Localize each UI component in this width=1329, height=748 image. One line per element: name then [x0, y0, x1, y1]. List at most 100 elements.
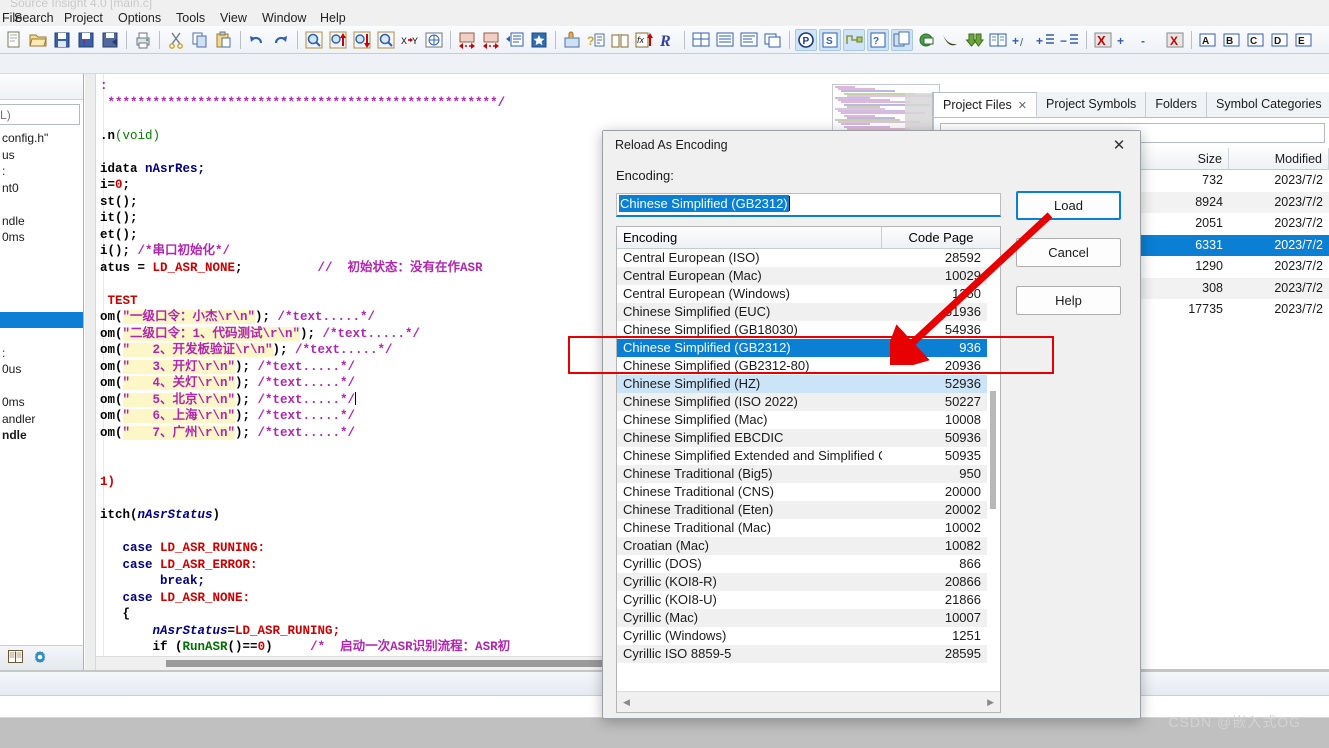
scroll-left-arrow-icon[interactable]: ◀	[617, 697, 636, 708]
left-panel-row[interactable]: andler	[0, 411, 83, 428]
call-graph-icon[interactable]	[915, 29, 937, 51]
encoding-list-item[interactable]: Chinese Traditional (Eten) 20002	[617, 501, 989, 519]
search-file-icon[interactable]	[375, 29, 397, 51]
left-panel-row[interactable]	[0, 279, 83, 296]
encoding-list-item[interactable]: Croatian (Mac) 10082	[617, 537, 989, 555]
left-panel-row[interactable]	[0, 262, 83, 279]
undo-icon[interactable]	[246, 29, 268, 51]
symbol-window-icon[interactable]: S	[819, 28, 841, 51]
bookmark-c-icon[interactable]: C	[1245, 29, 1267, 51]
copy-icon[interactable]	[189, 29, 211, 51]
encoding-list-item[interactable]: Cyrillic (KOI8-R) 20866	[617, 573, 989, 591]
menu-item-tools[interactable]: Tools	[170, 10, 211, 26]
close-icon[interactable]: ✕	[1018, 100, 1027, 112]
outline-icon[interactable]: ?	[867, 28, 889, 51]
left-panel-row[interactable]: us	[0, 147, 83, 164]
tab-project-symbols[interactable]: Project Symbols	[1037, 92, 1147, 117]
bookmark-icon[interactable]	[528, 29, 550, 51]
encoding-list-item[interactable]: Chinese Simplified EBCDIC 50936	[617, 429, 989, 447]
left-panel-row[interactable]	[0, 295, 83, 312]
left-panel-row[interactable]	[0, 378, 83, 395]
col-header-code-page[interactable]: Code Page	[882, 227, 1000, 249]
left-panel-row[interactable]	[0, 196, 83, 213]
encoding-list-item[interactable]: Chinese Simplified Extended and Simplifi…	[617, 447, 989, 465]
encoding-list[interactable]: Encoding Code Page Central European (ISO…	[616, 226, 1001, 713]
menu-item-window[interactable]: Window	[256, 10, 312, 26]
browse-project-icon[interactable]	[987, 29, 1009, 51]
cut-icon[interactable]	[165, 29, 187, 51]
search-up-icon[interactable]	[327, 29, 349, 51]
help-button[interactable]: Help	[1016, 286, 1121, 315]
browse-web-icon[interactable]	[423, 29, 445, 51]
book-icon[interactable]	[8, 650, 23, 666]
scroll-right-arrow-icon[interactable]: ▶	[981, 697, 1000, 708]
reference-icon[interactable]	[609, 29, 631, 51]
encoding-list-item[interactable]: Cyrillic ISO 8859-5 28595	[617, 645, 989, 663]
context-window-icon[interactable]	[843, 28, 865, 51]
clipboard-window-icon[interactable]	[963, 29, 985, 51]
print-icon[interactable]	[132, 29, 154, 51]
menu-item-search[interactable]: Search	[8, 10, 60, 26]
encoding-list-scroll-thumb[interactable]	[990, 391, 996, 509]
help-symbol-icon[interactable]	[939, 29, 961, 51]
new-file-icon[interactable]	[3, 29, 25, 51]
left-panel-row[interactable]: :	[0, 163, 83, 180]
replace-icon[interactable]: XY	[399, 29, 421, 51]
encoding-list-item[interactable]: Cyrillic (Mac) 10007	[617, 609, 989, 627]
left-panel-row[interactable]: config.h"	[0, 130, 83, 147]
encoding-list-item[interactable]: Cyrillic (DOS) 866	[617, 555, 989, 573]
search-icon[interactable]	[303, 29, 325, 51]
close-icon[interactable]: ✕	[1098, 131, 1140, 159]
left-panel-row[interactable]	[0, 311, 83, 328]
save-icon[interactable]	[51, 29, 73, 51]
save-as-icon[interactable]	[99, 29, 121, 51]
jump-forward-icon[interactable]	[480, 29, 502, 51]
col-header-size[interactable]: Size	[1139, 147, 1229, 170]
highlight-word-icon[interactable]	[561, 29, 583, 51]
encoding-list-item[interactable]: Chinese Traditional (Big5) 950	[617, 465, 989, 483]
load-button[interactable]: Load	[1016, 191, 1121, 220]
left-panel-symbol-list[interactable]: config.h" us: nt0 ndle 0ms:0us 0ms andler ndle	[0, 130, 83, 670]
encoding-list-item[interactable]: Chinese Traditional (CNS) 20000	[617, 483, 989, 501]
encoding-list-item[interactable]: Chinese Simplified (Mac) 10008	[617, 411, 989, 429]
left-panel-row[interactable]	[0, 328, 83, 345]
paste-icon[interactable]	[213, 29, 235, 51]
redo-icon[interactable]	[270, 29, 292, 51]
list-view-icon[interactable]	[738, 29, 760, 51]
tab-symbol-categories[interactable]: Symbol Categories	[1207, 92, 1329, 117]
left-panel-row[interactable]: 0ms	[0, 394, 83, 411]
menu-item-project[interactable]: Project	[58, 10, 109, 26]
encoding-list-item[interactable]: Cyrillic (KOI8-U) 21866	[617, 591, 989, 609]
encoding-list-rows[interactable]: Central European (ISO) 28592 Central Europ…	[617, 249, 989, 691]
go-to-line-icon[interactable]	[504, 29, 526, 51]
encoding-list-item[interactable]: Chinese Simplified (HZ) 52936	[617, 375, 989, 393]
symbol-info-icon[interactable]: ?	[585, 29, 607, 51]
smart-rename-icon[interactable]: + /	[1011, 29, 1033, 51]
encoding-input[interactable]: Chinese Simplified (GB2312)	[616, 193, 1001, 217]
tab-folders[interactable]: Folders	[1146, 92, 1207, 117]
bookmark-b-icon[interactable]: B	[1221, 29, 1243, 51]
jump-back-icon[interactable]	[456, 29, 478, 51]
encoding-list-item[interactable]: Chinese Traditional (Mac) 10002	[617, 519, 989, 537]
tab-project-files[interactable]: Project Files ✕	[933, 92, 1037, 117]
menu-item-options[interactable]: Options	[112, 10, 167, 26]
encoding-list-item[interactable]: Chinese Simplified (GB2312-80) 20936	[617, 357, 989, 375]
compare-files-icon[interactable]: −	[1059, 29, 1081, 51]
function-jump-icon[interactable]: fx	[633, 29, 655, 51]
encoding-list-item[interactable]: Central European (Mac) 10029	[617, 267, 989, 285]
tile-windows-icon[interactable]	[690, 29, 712, 51]
indent-less-icon[interactable]: -	[1140, 29, 1162, 51]
left-panel-row[interactable]: 0us	[0, 361, 83, 378]
project-icon[interactable]: P	[795, 28, 817, 51]
left-panel-row[interactable]: nt0	[0, 180, 83, 197]
col-header-modified[interactable]: Modified	[1229, 147, 1329, 170]
menu-item-view[interactable]: View	[214, 10, 253, 26]
menu-item-help[interactable]: Help	[314, 10, 352, 26]
left-panel-row[interactable]: 0ms	[0, 229, 83, 246]
bookmark-a-icon[interactable]: A	[1197, 29, 1219, 51]
bookmark-e-icon[interactable]: E	[1293, 29, 1315, 51]
left-panel-row[interactable]: :	[0, 345, 83, 362]
left-panel-row[interactable]	[0, 246, 83, 263]
encoding-list-vertical-scrollbar[interactable]	[987, 249, 1000, 691]
symbol-list-icon[interactable]	[891, 28, 913, 51]
